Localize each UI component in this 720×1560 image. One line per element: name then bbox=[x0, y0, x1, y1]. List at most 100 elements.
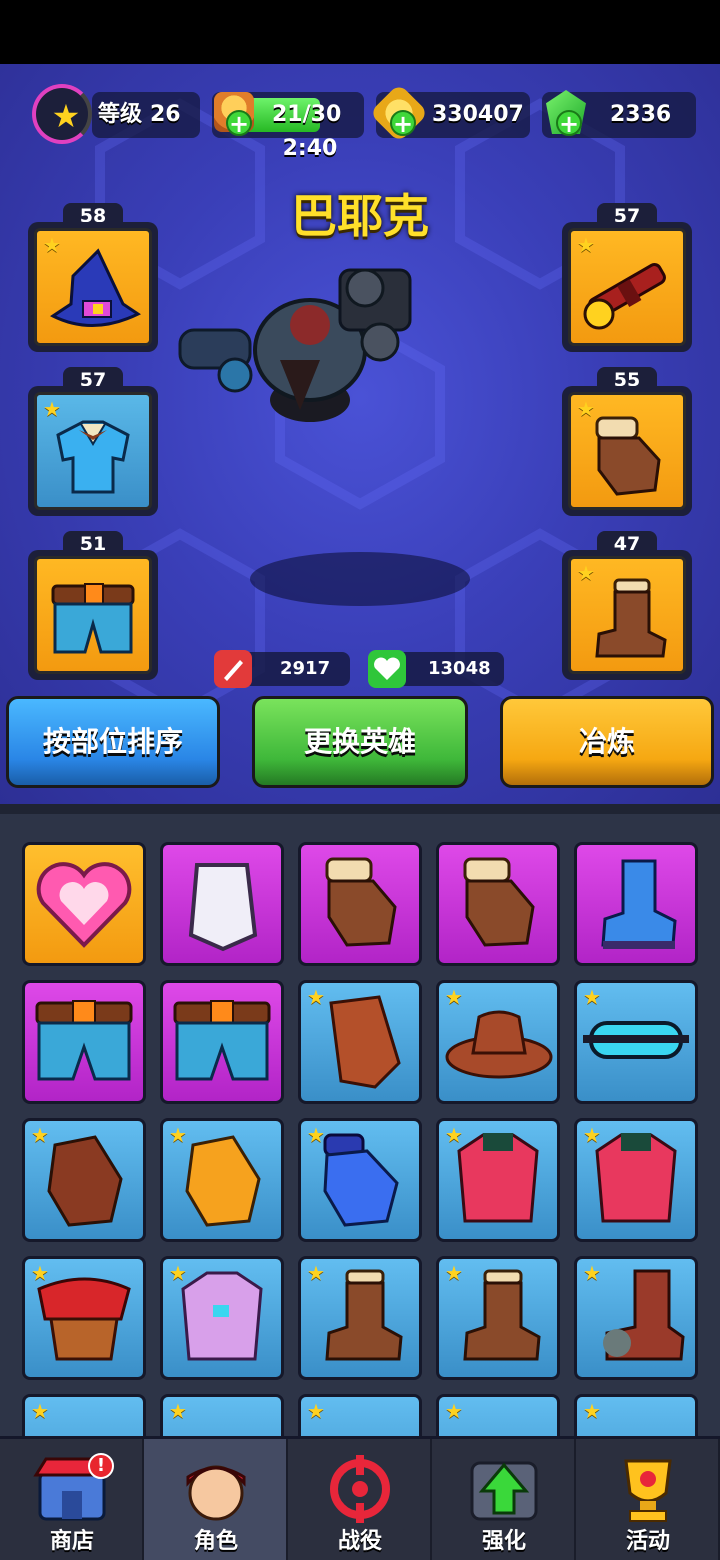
gems-value: 2336 bbox=[610, 102, 672, 127]
star-icon: ★ bbox=[445, 1123, 463, 1147]
inventory-item-glove[interactable]: ★ bbox=[160, 1118, 284, 1242]
inventory-item-glove[interactable]: ★ bbox=[22, 1118, 146, 1242]
boot-icon bbox=[595, 578, 667, 658]
nav-item-character[interactable]: 角色 bbox=[144, 1439, 288, 1560]
inventory-item-boot[interactable]: ★ bbox=[574, 1256, 698, 1380]
inventory-item-boot[interactable]: ★ bbox=[298, 1256, 422, 1380]
star-icon: ★ bbox=[169, 1123, 187, 1147]
nav-item-shop[interactable]: ! 商店 bbox=[0, 1439, 144, 1560]
equip-slot-glove[interactable]: ★ bbox=[562, 386, 692, 516]
star-icon: ★ bbox=[51, 97, 81, 135]
star-icon: ★ bbox=[307, 985, 325, 1009]
energy-value: 21/30 bbox=[272, 102, 342, 127]
inventory-item-shorts[interactable] bbox=[160, 980, 284, 1104]
equip-slot-shirt[interactable]: ★ bbox=[28, 386, 158, 516]
inventory-item[interactable]: ★ bbox=[574, 1394, 698, 1436]
belt-shorts-icon bbox=[51, 583, 135, 654]
rocket-launcher-icon bbox=[583, 263, 666, 330]
inventory-item[interactable]: ★ bbox=[436, 1394, 560, 1436]
blue-shirt-icon bbox=[56, 420, 130, 494]
glove-icon bbox=[325, 857, 397, 947]
crosshair-icon bbox=[330, 1455, 390, 1523]
star-icon: ★ bbox=[583, 1399, 601, 1423]
shorts-icon bbox=[173, 1000, 271, 1081]
inventory-item[interactable]: ★ bbox=[160, 1394, 284, 1436]
glove-icon bbox=[463, 857, 535, 947]
add-coins-icon[interactable]: + bbox=[390, 110, 416, 136]
hero-shadow bbox=[250, 552, 470, 606]
hero-character[interactable] bbox=[160, 250, 460, 430]
star-icon: ★ bbox=[583, 1123, 601, 1147]
smelt-button[interactable]: 冶炼 bbox=[500, 696, 714, 788]
add-gems-icon[interactable]: + bbox=[556, 110, 582, 136]
energy-timer: 2:40 bbox=[282, 136, 338, 161]
inventory-item[interactable]: ★ bbox=[22, 1394, 146, 1436]
inventory-item-cowboy-hat[interactable]: ★ bbox=[436, 980, 560, 1104]
add-energy-icon[interactable]: + bbox=[226, 110, 252, 136]
witch-hat-icon bbox=[50, 248, 142, 328]
star-icon: ★ bbox=[169, 1261, 187, 1285]
character-icon bbox=[186, 1465, 246, 1521]
sword-icon bbox=[214, 650, 252, 688]
equip-slot-weapon[interactable]: ★ bbox=[562, 222, 692, 352]
inventory-item-heart[interactable] bbox=[22, 842, 146, 966]
star-icon: ★ bbox=[445, 985, 463, 1009]
bottom-nav: ! 商店 角色 战役 强化 活动 bbox=[0, 1436, 720, 1560]
inventory-item-jacket[interactable]: ★ bbox=[574, 1118, 698, 1242]
chestplate-icon bbox=[188, 863, 258, 952]
sort-by-slot-button[interactable]: 按部位排序 bbox=[6, 696, 220, 788]
inventory-item-glove[interactable] bbox=[436, 842, 560, 966]
status-bar bbox=[0, 0, 720, 64]
star-icon: ★ bbox=[583, 1261, 601, 1285]
star-icon: ★ bbox=[31, 1123, 49, 1147]
star-icon: ★ bbox=[307, 1399, 325, 1423]
star-icon: ★ bbox=[31, 1261, 49, 1285]
upgrade-icon bbox=[470, 1461, 538, 1521]
equip-slot-shorts[interactable] bbox=[28, 550, 158, 680]
inventory-panel: ★ ★ ★ ★ ★ ★ ★ ★ ★ ★ ★ ★ ★ ★ ★ ★ ★ ★ bbox=[0, 814, 720, 1436]
boot-icon bbox=[601, 859, 677, 949]
level-value: 26 bbox=[150, 102, 181, 127]
nav-label: 活动 bbox=[625, 1529, 670, 1554]
level-box: 等级 26 bbox=[92, 92, 200, 138]
equip-slot-hat[interactable]: ★ bbox=[28, 222, 158, 352]
inventory-item-scarf[interactable]: ★ bbox=[22, 1256, 146, 1380]
inventory-item-jacket[interactable]: ★ bbox=[436, 1118, 560, 1242]
nav-label: 角色 bbox=[193, 1529, 238, 1554]
star-icon: ★ bbox=[169, 1399, 187, 1423]
equip-slot-boots[interactable]: ★ bbox=[562, 550, 692, 680]
level-badge[interactable]: ★ bbox=[32, 84, 92, 144]
shorts-icon bbox=[35, 1000, 133, 1081]
change-hero-button[interactable]: 更换英雄 bbox=[252, 696, 468, 788]
heart-icon bbox=[368, 650, 406, 688]
nav-label: 商店 bbox=[49, 1529, 94, 1554]
heart-item-icon bbox=[36, 862, 132, 948]
star-icon: ★ bbox=[307, 1261, 325, 1285]
nav-item-events[interactable]: 活动 bbox=[576, 1439, 720, 1560]
glove-icon bbox=[595, 416, 661, 497]
inventory-item-glove[interactable]: ★ bbox=[298, 1118, 422, 1242]
divider bbox=[0, 804, 720, 814]
star-icon: ★ bbox=[31, 1399, 49, 1423]
inventory-item-boot[interactable] bbox=[574, 842, 698, 966]
inventory-item-shorts[interactable] bbox=[22, 980, 146, 1104]
inventory-item-glove[interactable] bbox=[298, 842, 422, 966]
nav-label: 强化 bbox=[481, 1529, 526, 1554]
inventory-item-boot[interactable]: ★ bbox=[436, 1256, 560, 1380]
inventory-item-jacket[interactable]: ★ bbox=[160, 1256, 284, 1380]
trophy-icon bbox=[624, 1459, 672, 1522]
inventory-item[interactable]: ★ bbox=[298, 1394, 422, 1436]
health-value: 13048 bbox=[428, 658, 491, 679]
nav-label: 战役 bbox=[337, 1529, 382, 1554]
star-icon: ★ bbox=[307, 1123, 325, 1147]
inventory-item-goggles[interactable]: ★ bbox=[574, 980, 698, 1104]
level-label: 等级 bbox=[98, 102, 143, 127]
star-icon: ★ bbox=[445, 1261, 463, 1285]
nav-item-campaign[interactable]: 战役 bbox=[288, 1439, 432, 1560]
hero-name: 巴耶克 bbox=[291, 189, 429, 243]
attack-value: 2917 bbox=[280, 658, 331, 679]
nav-item-upgrade[interactable]: 强化 bbox=[432, 1439, 576, 1560]
inventory-item-vest[interactable]: ★ bbox=[298, 980, 422, 1104]
coins-value: 330407 bbox=[432, 102, 524, 127]
inventory-item-chestplate[interactable] bbox=[160, 842, 284, 966]
